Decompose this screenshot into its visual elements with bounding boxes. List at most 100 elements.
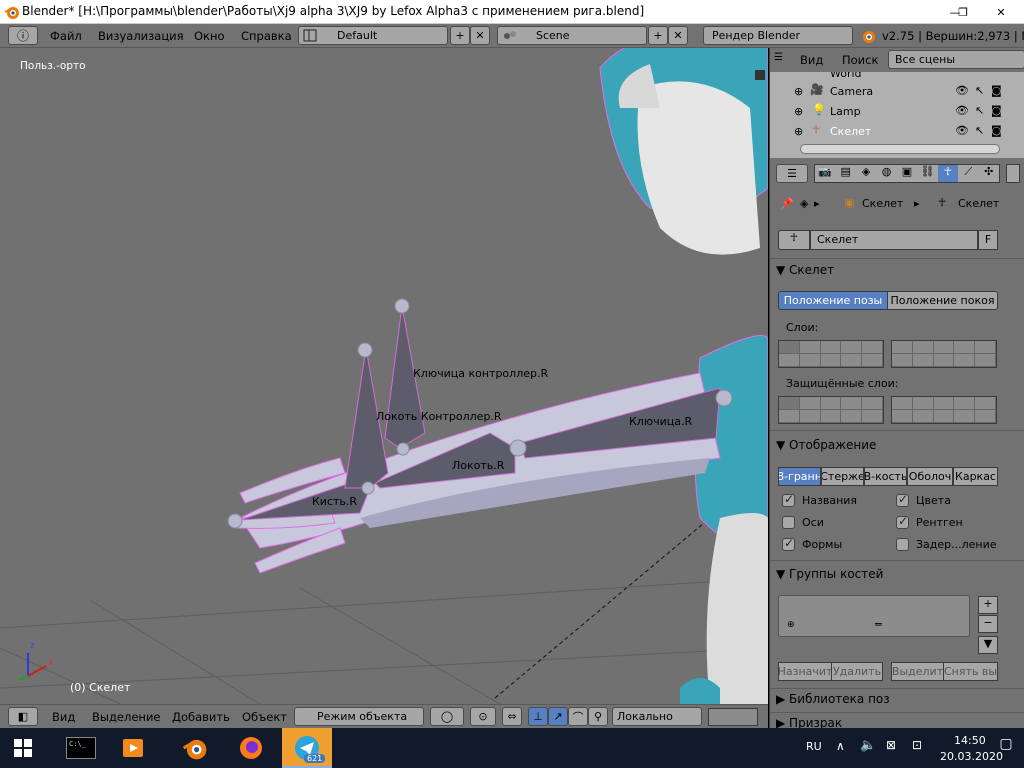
texture-tab[interactable] bbox=[1006, 164, 1020, 183]
deselect-button[interactable]: Снять вы bbox=[943, 662, 998, 681]
scene-selector[interactable]: Scene bbox=[497, 26, 647, 45]
layers-icon[interactable]: ▤ bbox=[835, 165, 855, 182]
editor-type-button[interactable]: ☰ bbox=[776, 164, 808, 183]
panel-header-skeleton[interactable]: ▼ Скелет bbox=[776, 263, 1006, 277]
taskbar-firefox[interactable] bbox=[228, 728, 274, 768]
editor-type-button[interactable]: ◧ bbox=[8, 707, 38, 726]
layout-selector[interactable]: Default bbox=[298, 26, 448, 45]
language-indicator[interactable]: RU bbox=[806, 740, 822, 753]
xray-checkbox[interactable] bbox=[896, 514, 909, 529]
outliner-tree[interactable]: World ⊕ 🎥 Camera 👁 ↖ ◙ ⊕ 💡 Lamp 👁 ↖ ◙ ⊕ … bbox=[770, 72, 1024, 158]
mode-selector[interactable]: Режим объекта bbox=[294, 707, 424, 726]
shapes-checkbox[interactable] bbox=[782, 536, 795, 551]
context-tabs[interactable]: 📷 ▤ ◈ ◍ ▣ ⛓ ☥ ⟋ ✣ bbox=[814, 164, 1000, 183]
outliner-menu-view[interactable]: Вид bbox=[800, 53, 823, 67]
delay-refresh-checkbox[interactable] bbox=[896, 538, 909, 551]
panel-header-pose-library[interactable]: ▶ Библиотека поз bbox=[776, 692, 1006, 706]
translate-button[interactable]: ⊥ bbox=[528, 707, 548, 726]
remove-layout-button[interactable]: ✕ bbox=[470, 26, 490, 45]
add-layout-button[interactable]: + bbox=[450, 26, 470, 45]
editor-type-button[interactable]: ☰ bbox=[774, 52, 783, 63]
display-type-wire[interactable]: Каркас bbox=[953, 467, 998, 486]
layer-grid-b[interactable] bbox=[891, 340, 997, 368]
pose-position-button[interactable]: Положение позы bbox=[778, 291, 888, 310]
expand-icon[interactable]: ⊕ bbox=[794, 85, 803, 98]
clock-date[interactable]: 20.03.2020 bbox=[940, 750, 1003, 763]
resize-grip-icon[interactable]: ═ bbox=[875, 618, 882, 631]
select-arrow-icon[interactable]: ↖ bbox=[975, 124, 984, 137]
network-icon[interactable]: ⊠ bbox=[886, 738, 896, 752]
taskbar-terminal[interactable]: C:\_ bbox=[58, 728, 104, 768]
world-icon[interactable]: ◍ bbox=[876, 165, 896, 182]
add-bone-group-button[interactable]: + bbox=[978, 596, 998, 614]
display-mode-selector[interactable]: Все сцены bbox=[888, 50, 1024, 69]
menu-render[interactable]: Визуализация bbox=[98, 29, 184, 43]
start-button[interactable] bbox=[0, 728, 46, 768]
outliner-row[interactable]: ⊕ 🎥 Camera 👁 ↖ ◙ bbox=[770, 82, 1024, 102]
fake-user-button[interactable]: F bbox=[978, 230, 998, 250]
rotate-button[interactable]: ↗ bbox=[548, 707, 568, 726]
bone-group-specials-button[interactable]: ▼ bbox=[978, 636, 998, 654]
datablock-name-field[interactable]: Скелет bbox=[810, 230, 978, 250]
clock-time[interactable]: 14:50 bbox=[954, 734, 986, 747]
taskbar-telegram[interactable]: 621 bbox=[282, 728, 332, 768]
visibility-eye-icon[interactable]: 👁 bbox=[955, 84, 969, 97]
outliner-row[interactable]: ⊕ 💡 Lamp 👁 ↖ ◙ bbox=[770, 102, 1024, 122]
visibility-eye-icon[interactable]: 👁 bbox=[955, 124, 969, 137]
axes-checkbox[interactable] bbox=[782, 516, 795, 529]
transform-orientation-selector[interactable]: Локально bbox=[612, 707, 702, 726]
bone-icon[interactable]: ⟋ bbox=[958, 165, 978, 182]
expand-icon[interactable]: ⊕ bbox=[794, 125, 803, 138]
remove-button[interactable]: Удалить bbox=[831, 662, 883, 681]
3d-viewport[interactable]: Польз.-орто Ключица контроллер.R Локоть … bbox=[0, 48, 768, 704]
colors-checkbox[interactable] bbox=[896, 492, 909, 507]
visibility-eye-icon[interactable]: 👁 bbox=[955, 104, 969, 117]
expand-icon[interactable]: ⊕ bbox=[794, 105, 803, 118]
render-camera-icon[interactable]: ◙ bbox=[991, 84, 1002, 97]
area-split-handle[interactable] bbox=[755, 70, 765, 80]
outliner-menu-search[interactable]: Поиск bbox=[842, 53, 878, 67]
pivot-point-button[interactable]: ⊙ bbox=[470, 707, 496, 726]
menu-add[interactable]: Добавить bbox=[172, 710, 230, 724]
select-button[interactable]: Выделит bbox=[891, 662, 944, 681]
render-camera-icon[interactable]: ◙ bbox=[991, 124, 1002, 137]
notification-icon[interactable]: ⊡ bbox=[912, 738, 922, 752]
rest-position-button[interactable]: Положение покоя bbox=[887, 291, 998, 310]
protected-layer-grid-b[interactable] bbox=[891, 396, 997, 424]
close-button[interactable]: ✕ bbox=[978, 0, 1024, 24]
chevron-up-icon[interactable]: ∧ bbox=[836, 739, 845, 753]
select-arrow-icon[interactable]: ↖ bbox=[975, 104, 984, 117]
outliner-row[interactable]: ⊕ ☥ Скелет 👁 ↖ ◙ bbox=[770, 122, 1024, 142]
display-type-envelope[interactable]: Оболоч bbox=[907, 467, 953, 486]
viewport-shading-button[interactable]: ◯ bbox=[430, 707, 464, 726]
scene-icon[interactable]: ◈ bbox=[856, 165, 876, 182]
bone-groups-list[interactable]: ⊕ ═ bbox=[778, 595, 970, 637]
display-type-bbone[interactable]: В-кость bbox=[864, 467, 907, 486]
armature-data-icon[interactable]: ☥ bbox=[937, 165, 959, 182]
menu-select[interactable]: Выделение bbox=[92, 710, 161, 724]
layer-buttons[interactable] bbox=[708, 708, 758, 726]
menu-help[interactable]: Справка bbox=[241, 29, 292, 43]
volume-icon[interactable]: 🔈 bbox=[860, 738, 876, 753]
select-arrow-icon[interactable]: ↖ bbox=[975, 84, 984, 97]
display-type-octahedral[interactable]: 8-гранн bbox=[778, 467, 821, 486]
bone-constraint-icon[interactable]: ✣ bbox=[979, 165, 999, 182]
panel-header-bone-groups[interactable]: ▼ Группы костей bbox=[776, 567, 1006, 581]
render-icon[interactable]: 📷 bbox=[815, 165, 835, 182]
layer-grid-a[interactable] bbox=[778, 340, 884, 368]
pin-icon[interactable]: 📌 bbox=[780, 197, 794, 210]
remove-bone-group-button[interactable]: − bbox=[978, 615, 998, 633]
constraints-icon[interactable]: ⛓ bbox=[917, 165, 937, 182]
scale-button[interactable]: ⌒ bbox=[568, 707, 588, 726]
menu-view[interactable]: Вид bbox=[52, 710, 75, 724]
datablock-browse-button[interactable]: ☥ bbox=[778, 230, 810, 250]
protected-layer-grid-a[interactable] bbox=[778, 396, 884, 424]
editor-type-button[interactable]: ⓘ bbox=[8, 26, 38, 45]
taskbar-blender[interactable] bbox=[172, 728, 218, 768]
render-camera-icon[interactable]: ◙ bbox=[991, 104, 1002, 117]
menu-object[interactable]: Объект bbox=[242, 710, 287, 724]
assign-button[interactable]: Назначит bbox=[778, 662, 832, 681]
menu-window[interactable]: Окно bbox=[194, 29, 225, 43]
list-filter-icon[interactable]: ⊕ bbox=[787, 620, 795, 630]
names-checkbox[interactable] bbox=[782, 492, 795, 507]
